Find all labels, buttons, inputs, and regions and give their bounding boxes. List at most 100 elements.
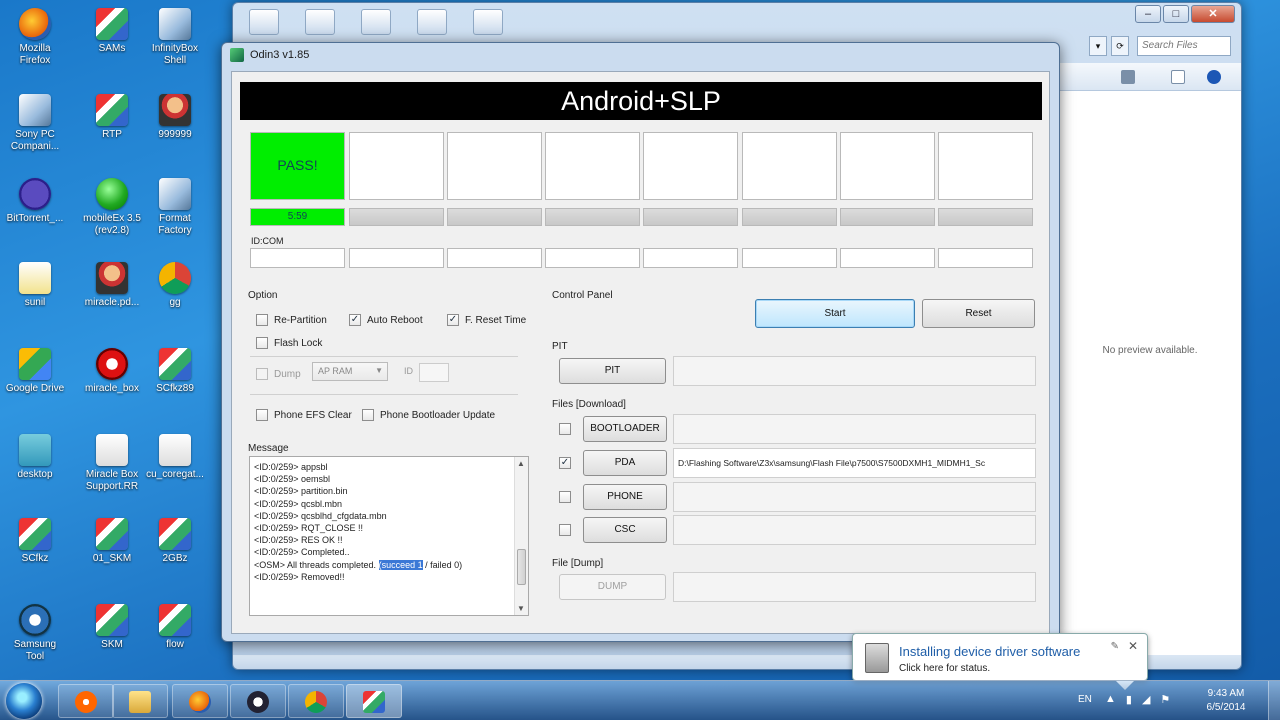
checkbox-box[interactable]: ✓ — [447, 314, 459, 326]
re-partition-checkbox[interactable]: Re-Partition — [256, 314, 327, 326]
checkbox-box[interactable] — [559, 423, 571, 435]
pda-checkbox[interactable]: ✓ — [559, 457, 571, 469]
close-icon[interactable]: ✕ — [1128, 639, 1138, 653]
desktop-icon-bittorrent[interactable]: BitTorrent_... — [0, 178, 73, 225]
action-center-flag-icon[interactable]: ⚑ — [1160, 693, 1170, 706]
f-reset-time-checkbox[interactable]: ✓ F. Reset Time — [447, 314, 526, 326]
checkbox-box[interactable]: ✓ — [559, 457, 571, 469]
desktop-icon-cu-coregat[interactable]: cu_coregat... — [137, 434, 213, 481]
odin-window[interactable]: Odin3 v1.85 Android+SLP PASS! 5:59 ID:CO… — [221, 42, 1060, 642]
pda-button[interactable]: PDA — [583, 450, 667, 476]
explorer-search-input[interactable]: Search Files — [1137, 36, 1231, 56]
start-button[interactable]: Start — [755, 299, 915, 328]
checkbox-box[interactable] — [559, 524, 571, 536]
driver-install-notification[interactable]: Installing device driver software Click … — [852, 633, 1148, 690]
start-button[interactable] — [6, 683, 42, 719]
desktop-icon-infinitybox[interactable]: InfinityBox Shell — [137, 8, 213, 67]
explorer-folder-icon[interactable] — [305, 9, 335, 35]
bootloader-button[interactable]: BOOTLOADER — [583, 416, 667, 442]
checkbox-box[interactable]: ✓ — [349, 314, 361, 326]
system-clock[interactable]: 9:43 AM 6/5/2014 — [1196, 687, 1256, 715]
show-hidden-icons-icon[interactable]: ▲ — [1105, 693, 1116, 706]
explorer-file-icon[interactable] — [361, 9, 391, 35]
phone-button[interactable]: PHONE — [583, 484, 667, 510]
dump-target-select[interactable]: AP RAM ▼ — [312, 362, 388, 381]
desktop-icon-format-factory[interactable]: Format Factory — [137, 178, 213, 237]
port-status-box — [742, 132, 837, 200]
desktop-icon-scfkz[interactable]: SCfkz — [0, 518, 73, 565]
checkbox-box[interactable] — [256, 337, 268, 349]
preview-pane-icon[interactable] — [1171, 70, 1185, 84]
flash-lock-checkbox[interactable]: Flash Lock — [256, 337, 322, 349]
desktop-icon-samsung-tool[interactable]: Samsung Tool — [0, 604, 73, 663]
auto-reboot-checkbox[interactable]: ✓ Auto Reboot — [349, 314, 423, 326]
desktop-icon-scfkz89[interactable]: SCfkz89 — [137, 348, 213, 395]
chrome-icon — [305, 691, 327, 713]
csc-button[interactable]: CSC — [583, 517, 667, 543]
pit-button[interactable]: PIT — [559, 358, 666, 384]
pin-icon[interactable]: ✎ — [1111, 641, 1119, 652]
checkbox-box[interactable] — [256, 409, 268, 421]
language-indicator[interactable]: EN — [1078, 694, 1092, 705]
maximize-button[interactable]: □ — [1163, 5, 1189, 23]
checkbox-box[interactable] — [559, 491, 571, 503]
csc-path-field[interactable] — [673, 515, 1036, 545]
dropdown-arrow-icon[interactable]: ▾ — [1089, 36, 1107, 56]
network-icon[interactable]: ◢ — [1142, 693, 1150, 706]
scroll-up-icon[interactable]: ▲ — [517, 459, 525, 468]
desktop-icon-flow[interactable]: flow — [137, 604, 213, 651]
desktop-icon-gg[interactable]: gg — [137, 262, 213, 309]
explorer-file-icon[interactable] — [417, 9, 447, 35]
phone-bootloader-update-checkbox[interactable]: Phone Bootloader Update — [362, 409, 495, 421]
close-button[interactable]: ✕ — [1191, 5, 1235, 23]
message-line: <OSM> All threads completed. (succeed 1 … — [254, 559, 463, 570]
phone-checkbox[interactable] — [559, 491, 571, 503]
port-progress-bar — [742, 208, 837, 226]
explorer-image-icon[interactable] — [473, 9, 503, 35]
desktop-icon-2gbz[interactable]: 2GBz — [137, 518, 213, 565]
csc-checkbox[interactable] — [559, 524, 571, 536]
scroll-down-icon[interactable]: ▼ — [517, 604, 525, 613]
desktop-icon-999999[interactable]: 999999 — [137, 94, 213, 141]
taskbar-media-player[interactable] — [58, 684, 114, 718]
desktop-icon-sony-pc[interactable]: Sony PC Compani... — [0, 94, 73, 153]
usb-device-icon[interactable]: ▮ — [1126, 693, 1132, 706]
desktop-icon-firefox[interactable]: Mozilla Firefox — [0, 8, 73, 67]
checkbox-box[interactable] — [362, 409, 374, 421]
checkbox-box[interactable] — [256, 314, 268, 326]
refresh-icon[interactable]: ⟳ — [1111, 36, 1129, 56]
taskbar-odin[interactable] — [346, 684, 402, 718]
desktop-icon-desktop[interactable]: desktop — [0, 434, 73, 481]
desktop-icon-google-drive[interactable]: Google Drive — [0, 348, 73, 395]
phone-efs-clear-checkbox[interactable]: Phone EFS Clear — [256, 409, 352, 421]
bootloader-checkbox[interactable] — [559, 423, 571, 435]
desktop-icon-sunil[interactable]: sunil — [0, 262, 73, 309]
taskbar-explorer[interactable] — [112, 684, 168, 718]
dump-path-field[interactable] — [673, 572, 1036, 602]
help-icon[interactable] — [1207, 70, 1221, 84]
minimize-button[interactable]: – — [1135, 5, 1161, 23]
message-scrollbar[interactable]: ▲ ▼ — [514, 457, 528, 615]
explorer-window-controls: – □ ✕ — [1135, 5, 1235, 23]
doc-icon — [19, 262, 51, 294]
view-options-icon[interactable] — [1121, 70, 1135, 84]
dump-checkbox[interactable]: Dump — [256, 368, 301, 380]
phone-path-field[interactable] — [673, 482, 1036, 512]
checkbox-box[interactable] — [256, 368, 268, 380]
message-log[interactable]: <ID:0/259> appsbl <ID:0/259> oemsbl <ID:0/… — [249, 456, 529, 616]
pit-path-field[interactable] — [673, 356, 1036, 386]
explorer-back-icon[interactable] — [249, 9, 279, 35]
id-input[interactable] — [419, 363, 449, 382]
show-desktop-button[interactable] — [1268, 681, 1280, 720]
idcom-label: ID:COM — [251, 236, 284, 246]
taskbar-app[interactable] — [230, 684, 286, 718]
taskbar-firefox[interactable] — [172, 684, 228, 718]
system-tray: ▲ ▮ ◢ ⚑ — [1105, 693, 1170, 706]
reset-button[interactable]: Reset — [922, 299, 1035, 328]
taskbar-chrome[interactable] — [288, 684, 344, 718]
pda-path-field[interactable]: D:\Flashing Software\Z3x\samsung\Flash F… — [673, 448, 1036, 478]
file-dump-label: File [Dump] — [552, 558, 604, 569]
dump-button[interactable]: DUMP — [559, 574, 666, 600]
bootloader-path-field[interactable] — [673, 414, 1036, 444]
scroll-thumb[interactable] — [517, 549, 526, 585]
